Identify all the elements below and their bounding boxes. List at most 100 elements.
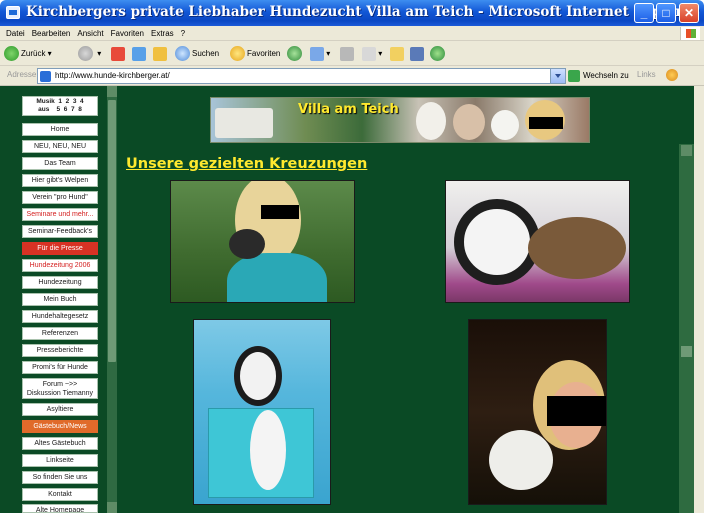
print-button[interactable]	[340, 44, 354, 63]
photo-two-puppies	[445, 180, 630, 303]
nav-welpen[interactable]: Hier gibt's Welpen	[22, 174, 98, 187]
refresh-icon	[132, 46, 146, 61]
nav-scroll-up-button[interactable]	[107, 86, 117, 97]
nav-altes-gaestebuch[interactable]: Altes Gästebuch	[22, 437, 98, 450]
messenger-icon	[430, 46, 445, 62]
nav-gaestebuch-news[interactable]: Gästebuch/News	[22, 420, 98, 433]
go-arrow-icon	[568, 70, 580, 82]
links-label[interactable]: Links	[637, 70, 656, 79]
minimize-button[interactable]: _	[634, 3, 654, 23]
content-scroll-up-button[interactable]	[681, 145, 692, 156]
dog-image	[491, 110, 519, 140]
nav-scrollbar[interactable]	[107, 86, 117, 513]
censor-bar	[529, 117, 563, 129]
search-label: Suchen	[192, 49, 220, 58]
content-scroll-thumb[interactable]	[681, 346, 692, 357]
window-right-edge	[694, 86, 704, 513]
menu-datei[interactable]: Datei	[6, 26, 25, 41]
folder-button[interactable]	[390, 44, 404, 63]
shirt	[227, 253, 327, 302]
page-favicon-icon	[40, 71, 51, 82]
window-title: Kirchbergers private Liebhaber Hundezuch…	[26, 4, 699, 20]
puppy	[234, 346, 282, 406]
stop-icon	[111, 46, 125, 61]
go-label: Wechseln zu	[583, 71, 629, 81]
print-icon	[340, 46, 354, 61]
stop-button[interactable]	[111, 44, 125, 63]
menu-extras[interactable]: Extras	[151, 26, 174, 41]
forward-arrow-icon	[78, 46, 93, 62]
windows-logo-icon	[680, 27, 700, 40]
nav-hundezeitung-2006[interactable]: Hundezeitung 2006	[22, 259, 98, 272]
page-heading: Unsere gezielten Kreuzungen	[126, 156, 368, 172]
nav-so-finden-sie-uns[interactable]: So finden Sie uns	[22, 471, 98, 484]
nav-forum[interactable]: Forum ~>> Diskussion Tiemanny	[22, 378, 98, 399]
nav-scroll-thumb[interactable]	[108, 100, 116, 362]
maximize-button[interactable]: □	[656, 3, 676, 23]
nav-promis[interactable]: Promi's für Hunde	[22, 361, 98, 374]
media-button[interactable]	[287, 44, 304, 63]
nav-alte-homepage[interactable]: Alte Homepage	[22, 504, 98, 513]
folder-icon	[390, 46, 404, 61]
banner-title: Villa am Teich	[298, 102, 399, 117]
nav-asyltiere[interactable]: Asyltiere	[22, 403, 98, 416]
favorites-button[interactable]: Favoriten	[230, 44, 280, 63]
header-banner: Villa am Teich	[210, 97, 590, 143]
refresh-button[interactable]	[132, 44, 146, 63]
back-label: Zurück	[21, 49, 46, 58]
close-button[interactable]: ✕	[679, 3, 699, 23]
content-scrollbar[interactable]	[679, 144, 694, 513]
nav-neu[interactable]: NEU, NEU, NEU	[22, 140, 98, 153]
dog-image	[416, 102, 446, 140]
censor-bar	[261, 205, 299, 219]
menu-help[interactable]: ?	[181, 26, 185, 41]
links-menu-icon[interactable]	[666, 69, 678, 81]
villa-house-image	[215, 108, 273, 138]
address-input[interactable]: http://www.hunde-kirchberger.at/	[37, 68, 566, 84]
ie-window-icon[interactable]	[6, 6, 20, 19]
nav-presse[interactable]: Für die Presse	[22, 242, 98, 255]
edit-button[interactable]: ▾	[362, 44, 382, 63]
nav-hundehaltegesetz[interactable]: Hundehaltegesetz	[22, 310, 98, 323]
address-url[interactable]: http://www.hunde-kirchberger.at/	[55, 71, 170, 80]
nav-das-team[interactable]: Das Team	[22, 157, 98, 170]
home-button[interactable]	[153, 44, 167, 63]
forward-button[interactable]: ▾	[78, 44, 101, 63]
title-bar[interactable]: Kirchbergers private Liebhaber Hundezuch…	[0, 0, 704, 26]
nav-verein[interactable]: Verein "pro Hund"	[22, 191, 98, 204]
navigation-frame: Musik 1 2 3 4 aus 5 6 7 8 Home NEU, NEU,…	[0, 86, 117, 513]
nav-seminare[interactable]: Seminare und mehr...	[22, 208, 98, 221]
search-icon	[175, 46, 190, 62]
nav-home[interactable]: Home	[22, 123, 98, 136]
messenger-button[interactable]	[430, 44, 447, 63]
menu-favoriten[interactable]: Favoriten	[111, 26, 144, 41]
nav-scroll-down-button[interactable]	[107, 502, 117, 513]
address-label: Adresse	[7, 70, 37, 79]
nav-referenzen[interactable]: Referenzen	[22, 327, 98, 340]
edit-icon	[362, 46, 376, 61]
dog	[489, 430, 553, 490]
page-viewport: Musik 1 2 3 4 aus 5 6 7 8 Home NEU, NEU,…	[0, 86, 704, 513]
nav-hundezeitung[interactable]: Hundezeitung	[22, 276, 98, 289]
nav-linkseite[interactable]: Linkseite	[22, 454, 98, 467]
menu-ansicht[interactable]: Ansicht	[77, 26, 103, 41]
menu-bar: Datei Bearbeiten Ansicht Favoriten Extras?	[0, 26, 704, 41]
go-button[interactable]: Wechseln zu	[568, 70, 629, 82]
home-icon	[153, 46, 167, 61]
nav-presseberichte[interactable]: Presseberichte	[22, 344, 98, 357]
search-button[interactable]: Suchen	[175, 44, 219, 63]
photo-woman-with-puppy	[170, 180, 355, 303]
nav-seminar-feedback[interactable]: Seminar-Feedback's	[22, 225, 98, 238]
research-button[interactable]	[410, 44, 424, 63]
photo-puppy-in-giftbox	[193, 319, 331, 505]
content-frame: Villa am Teich Unsere gezielten Kreuzung…	[117, 86, 679, 513]
nav-mein-buch[interactable]: Mein Buch	[22, 293, 98, 306]
history-button[interactable]: ▾	[310, 44, 330, 63]
nav-kontakt[interactable]: Kontakt	[22, 488, 98, 501]
address-dropdown-button[interactable]	[550, 69, 565, 83]
puppy	[229, 229, 265, 259]
photo-woman-with-dog	[468, 319, 607, 505]
music-selector[interactable]: Musik 1 2 3 4 aus 5 6 7 8	[22, 96, 98, 116]
back-button[interactable]: Zurück ▾	[4, 44, 52, 63]
menu-bearbeiten[interactable]: Bearbeiten	[32, 26, 71, 41]
